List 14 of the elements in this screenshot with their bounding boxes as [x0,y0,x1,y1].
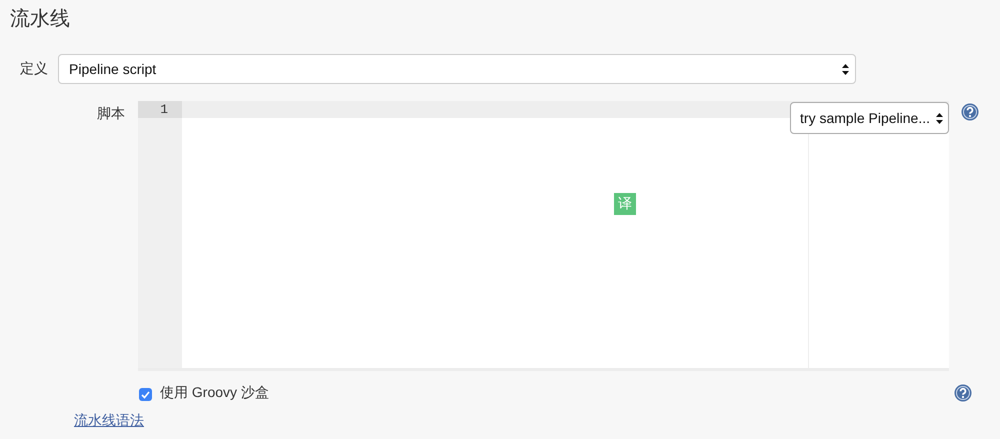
select-arrows-icon [842,64,849,74]
checkbox[interactable] [139,388,152,401]
line-number: 1 [138,101,182,118]
checkbox-label: 使用 Groovy 沙盒 [160,384,269,402]
select-arrows-icon [936,112,943,124]
help-icon[interactable] [961,103,979,121]
syntax-link[interactable]: 流水线语法 [74,412,144,430]
field-label: 脚本 [96,104,126,123]
help-icon[interactable] [954,384,972,402]
sample-select[interactable]: try sample Pipeline... [790,102,949,134]
section-title: 流水线 [10,7,71,32]
definition-select[interactable]: Pipeline script [58,54,856,84]
field-label: 定义 [19,60,49,78]
code-editor[interactable]: 1 try sample Pipeline... 译 [138,101,949,368]
